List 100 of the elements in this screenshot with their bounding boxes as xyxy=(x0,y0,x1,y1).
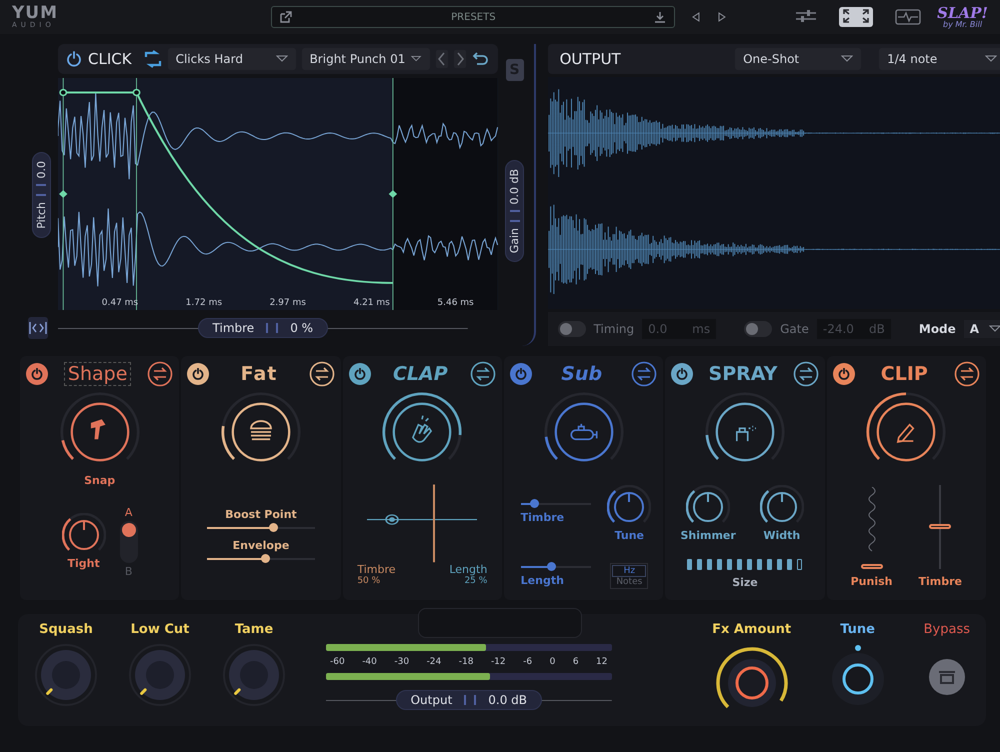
knob-label: Tight xyxy=(68,557,100,570)
hands-icon xyxy=(412,414,432,443)
power-button[interactable] xyxy=(671,363,694,385)
knob-label: Shimmer xyxy=(680,528,736,542)
mode-label: Mode xyxy=(918,322,956,336)
logo: YUM xyxy=(12,5,58,22)
hammer-icon xyxy=(90,419,106,440)
power-button[interactable] xyxy=(510,363,532,385)
brand-logo: SLAP! xyxy=(937,6,988,20)
scale-label: -6 xyxy=(523,657,532,667)
trigger-dropdown[interactable]: One-Shot xyxy=(735,48,862,70)
swap-icon[interactable] xyxy=(470,361,496,387)
previous-icon[interactable] xyxy=(691,12,702,22)
meter-label: Size xyxy=(732,576,758,590)
panel-title: CLICK xyxy=(88,50,132,68)
caret-icon xyxy=(841,54,854,63)
bypass-label: Bypass xyxy=(924,622,970,637)
stretch-button[interactable] xyxy=(28,317,48,339)
gain-slider[interactable]: 0.0 dB Gain xyxy=(505,160,524,262)
tray-icon xyxy=(936,669,957,685)
unit-option[interactable]: Hz xyxy=(612,565,646,578)
knob-label: Tune xyxy=(614,528,644,542)
submarine-icon xyxy=(570,423,598,440)
knob-label: Tame xyxy=(234,622,274,637)
preset-dropdown[interactable]: Bright Punch 01 xyxy=(302,48,430,70)
module-title: Fat xyxy=(240,363,278,385)
burger-icon xyxy=(250,420,272,440)
bypass-button[interactable] xyxy=(928,659,965,695)
ab-switch[interactable] xyxy=(120,520,138,562)
chevron-right-icon[interactable] xyxy=(454,50,466,68)
toggle-switch[interactable] xyxy=(744,321,772,338)
slider-label: Timbre xyxy=(520,510,564,524)
time-label: 1.72 ms xyxy=(186,298,222,308)
power-button[interactable] xyxy=(187,363,210,385)
x-value: 50 % xyxy=(357,576,382,586)
power-icon xyxy=(676,368,688,380)
waveform-drawing[interactable] xyxy=(58,78,498,310)
knob-label: Squash xyxy=(39,622,93,637)
power-icon xyxy=(514,368,527,380)
x-label: Timbre xyxy=(357,562,396,576)
swap-icon[interactable] xyxy=(308,361,335,387)
toggle-switch[interactable] xyxy=(558,321,586,338)
power-icon xyxy=(838,368,850,380)
time-label: 4.21 ms xyxy=(353,298,390,308)
caret-icon xyxy=(276,55,288,63)
power-button[interactable] xyxy=(832,363,855,385)
knob-label: Snap xyxy=(84,474,116,487)
scale-label: 12 xyxy=(596,657,608,667)
scale-label: -60 xyxy=(330,657,345,667)
brand-subtitle: by Mr. Bill xyxy=(943,20,982,28)
module-title: Sub xyxy=(561,363,602,385)
output-slider[interactable]: Output 0.0 dB xyxy=(396,690,542,710)
module-title: SPRAY xyxy=(708,363,778,385)
pitch-slider[interactable]: 0.0 Pitch xyxy=(32,152,50,238)
power-button[interactable] xyxy=(348,363,371,385)
swap-icon[interactable] xyxy=(631,361,658,387)
swap-icon[interactable] xyxy=(144,50,162,68)
mode-dropdown[interactable]: A xyxy=(964,320,1000,338)
scale-label: -12 xyxy=(490,657,506,667)
source-dropdown[interactable]: Clicks Hard xyxy=(168,48,296,70)
size-meter[interactable] xyxy=(687,559,802,570)
swap-icon[interactable] xyxy=(792,361,819,387)
expand-icon[interactable] xyxy=(839,7,874,27)
power-icon xyxy=(31,368,43,380)
scale-label: -18 xyxy=(458,657,474,667)
knob-label: Width xyxy=(763,528,800,542)
power-icon xyxy=(192,368,204,380)
switch-option[interactable]: A xyxy=(124,506,132,518)
knob-label: Fx Amount xyxy=(712,622,792,637)
pen-icon xyxy=(897,424,915,443)
swap-icon[interactable] xyxy=(147,361,174,387)
scale-label: 6 xyxy=(572,657,579,667)
module-title: CLIP xyxy=(880,363,928,385)
scale-label: -24 xyxy=(426,657,442,667)
slider-label: Timbre xyxy=(918,574,962,588)
download-icon[interactable] xyxy=(654,11,666,23)
presets-bar[interactable]: PRESETS xyxy=(271,6,676,28)
module-title: Shape xyxy=(64,362,132,386)
timing-label: Timing xyxy=(594,322,634,336)
export-icon[interactable] xyxy=(280,11,292,23)
power-button[interactable] xyxy=(26,363,48,385)
knob-label: Tune xyxy=(840,622,875,637)
time-label: 5.46 ms xyxy=(437,298,474,308)
scale-label: -30 xyxy=(394,657,410,667)
caret-icon xyxy=(989,325,1000,334)
slider-label: Length xyxy=(520,574,564,587)
slider-label: Envelope xyxy=(232,539,290,552)
y-value: 25 % xyxy=(463,576,488,586)
swap-icon[interactable] xyxy=(954,361,980,387)
caret-icon xyxy=(985,54,998,63)
power-icon[interactable] xyxy=(66,51,82,67)
undo-icon[interactable] xyxy=(472,50,490,68)
next-icon[interactable] xyxy=(717,12,728,22)
chevron-left-icon[interactable] xyxy=(436,50,448,68)
slider-label: Boost Point xyxy=(225,508,297,521)
panel-title: OUTPUT xyxy=(560,50,622,68)
y-label: Length xyxy=(448,562,488,576)
length-dropdown[interactable]: 1/4 note xyxy=(879,48,1000,70)
spray-can-icon xyxy=(736,426,757,442)
slider-label: Punish xyxy=(850,574,892,588)
